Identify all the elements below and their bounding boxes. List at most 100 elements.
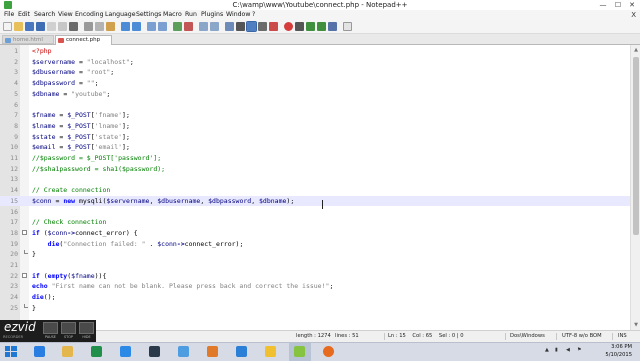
code-text[interactable]: if (empty($fname)){	[32, 271, 106, 282]
code-line[interactable]: 12 //$sha1password = sha1($password);	[0, 164, 630, 175]
code-text[interactable]: $conn = new mysqli($servername, $dbusern…	[32, 196, 294, 207]
code-line[interactable]: 17 // Check connection	[0, 217, 630, 228]
menu-plugins[interactable]: Plugins	[201, 10, 223, 20]
menu-help[interactable]: ?	[252, 10, 255, 20]
code-line[interactable]: 8 $lname = $_POST['lname'];	[0, 121, 630, 132]
code-text[interactable]: // Check connection	[32, 217, 106, 228]
sync-vertical-icon[interactable]	[199, 22, 208, 31]
code-line[interactable]: 1 <?php	[0, 46, 630, 57]
stop-macro-icon[interactable]	[295, 22, 304, 31]
paste-icon[interactable]	[106, 22, 115, 31]
code-text[interactable]: $servername = "localhost";	[32, 57, 134, 68]
code-editor[interactable]: 1 <?php 2 $servername = "localhost"; 3 $dbuse…	[0, 45, 630, 330]
code-line[interactable]: 16	[0, 207, 630, 218]
menu-edit[interactable]: Edit	[18, 10, 30, 20]
taskbar-clock[interactable]: 3:06 PM 5/10/2015	[605, 344, 632, 359]
menu-run[interactable]: Run	[185, 10, 197, 20]
menu-window[interactable]: Window	[226, 10, 250, 20]
code-text[interactable]: //$password = $_POST['password'];	[32, 153, 161, 164]
windows-start-icon[interactable]	[2, 345, 20, 359]
redo-icon[interactable]	[132, 22, 141, 31]
vertical-scrollbar[interactable]: ▲ ▼	[630, 45, 640, 330]
code-line[interactable]: 20}	[0, 249, 630, 260]
code-line[interactable]: 6	[0, 100, 630, 111]
copy-icon[interactable]	[95, 22, 104, 31]
record-macro-icon[interactable]	[284, 22, 293, 31]
show-all-chars-icon[interactable]	[236, 22, 245, 31]
menu-encoding[interactable]: Encoding	[75, 10, 104, 20]
code-line[interactable]: 18 if ($conn->connect_error) {	[0, 228, 630, 239]
word-icon[interactable]	[236, 346, 247, 357]
run-macro-multiple-icon[interactable]	[317, 22, 326, 31]
close-document-icon[interactable]: X	[631, 10, 636, 20]
zoom-in-icon[interactable]	[173, 22, 182, 31]
settings-app-icon[interactable]	[207, 346, 218, 357]
replace-icon[interactable]	[158, 22, 167, 31]
fold-toggle-icon[interactable]	[22, 272, 27, 278]
open-file-icon[interactable]	[14, 22, 23, 31]
save-all-icon[interactable]	[36, 22, 45, 31]
code-line[interactable]: 23 echo "First name can not be blank. Ple…	[0, 281, 630, 292]
menu-language[interactable]: Language	[105, 10, 136, 20]
pause-button[interactable]	[43, 322, 58, 334]
menu-view[interactable]: View	[58, 10, 73, 20]
volume-icon[interactable]: ◀	[566, 347, 570, 353]
code-text[interactable]: $dbusername = "root";	[32, 67, 114, 78]
menu-search[interactable]: Search	[34, 10, 55, 20]
print-icon[interactable]	[69, 22, 78, 31]
save-macro-icon[interactable]	[328, 22, 337, 31]
abc-spellcheck-icon[interactable]	[343, 22, 352, 31]
code-line[interactable]: 15 $conn = new mysqli($servername, $dbuse…	[0, 195, 630, 207]
code-text[interactable]: }	[32, 249, 36, 260]
code-text[interactable]: //$sha1password = sha1($password);	[32, 164, 165, 175]
firefox-icon[interactable]	[323, 346, 334, 357]
find-icon[interactable]	[147, 22, 156, 31]
code-line[interactable]: 21	[0, 260, 630, 271]
code-text[interactable]: // Create connection	[32, 185, 110, 196]
hide-button[interactable]	[79, 322, 94, 334]
code-line[interactable]: 19 die("Connection failed: " . $conn->co…	[0, 239, 630, 250]
code-text[interactable]: $lname = $_POST['lname'];	[32, 121, 130, 132]
close-all-icon[interactable]	[58, 22, 67, 31]
code-text[interactable]: <?php	[32, 46, 52, 57]
code-text[interactable]: die();	[32, 292, 56, 303]
flag-icon[interactable]: ⚑	[577, 347, 581, 353]
code-text[interactable]: }	[32, 303, 36, 314]
code-line[interactable]: 2 $servername = "localhost";	[0, 57, 630, 68]
code-line[interactable]: 10 $email = $_POST['email'];	[0, 142, 630, 153]
undo-icon[interactable]	[121, 22, 130, 31]
menu-settings[interactable]: Settings	[136, 10, 161, 20]
function-list-icon[interactable]	[269, 22, 278, 31]
sync-horizontal-icon[interactable]	[210, 22, 219, 31]
code-line[interactable]: 14 // Create connection	[0, 185, 630, 196]
dropbox-icon[interactable]	[120, 346, 131, 357]
fold-toggle-icon[interactable]	[22, 229, 27, 235]
code-text[interactable]: $state = $_POST['state'];	[32, 132, 130, 143]
code-line[interactable]: 24 die();	[0, 292, 630, 303]
close-button[interactable]: ✕	[625, 0, 639, 10]
close-file-icon[interactable]	[47, 22, 56, 31]
menu-macro[interactable]: Macro	[163, 10, 182, 20]
cut-icon[interactable]	[84, 22, 93, 31]
new-file-icon[interactable]	[3, 22, 12, 31]
code-line[interactable]: 9 $state = $_POST['state'];	[0, 132, 630, 143]
zoom-out-icon[interactable]	[184, 22, 193, 31]
indent-guide-icon[interactable]	[246, 21, 257, 32]
scroll-down-icon[interactable]: ▼	[631, 321, 640, 329]
minimize-button[interactable]: —	[596, 0, 610, 10]
code-text[interactable]: $dbname = "youtube";	[32, 89, 110, 100]
code-text[interactable]: $email = $_POST['email'];	[32, 142, 130, 153]
notepadpp-taskbar-icon[interactable]	[294, 346, 305, 357]
excel-icon[interactable]	[91, 346, 102, 357]
code-line[interactable]: 22 if (empty($fname)){	[0, 271, 630, 282]
code-line[interactable]: 13	[0, 174, 630, 185]
scrollbar-thumb[interactable]	[633, 57, 639, 235]
code-text[interactable]: die("Connection failed: " . $conn->conne…	[32, 239, 244, 250]
media-player-icon[interactable]	[149, 346, 160, 357]
code-text[interactable]: $dbpassword = "";	[32, 78, 99, 89]
maximize-button[interactable]: ☐	[611, 0, 625, 10]
save-icon[interactable]	[25, 22, 34, 31]
code-line[interactable]: 5 $dbname = "youtube";	[0, 89, 630, 100]
doc-map-icon[interactable]	[258, 22, 267, 31]
menu-file[interactable]: File	[4, 10, 14, 20]
